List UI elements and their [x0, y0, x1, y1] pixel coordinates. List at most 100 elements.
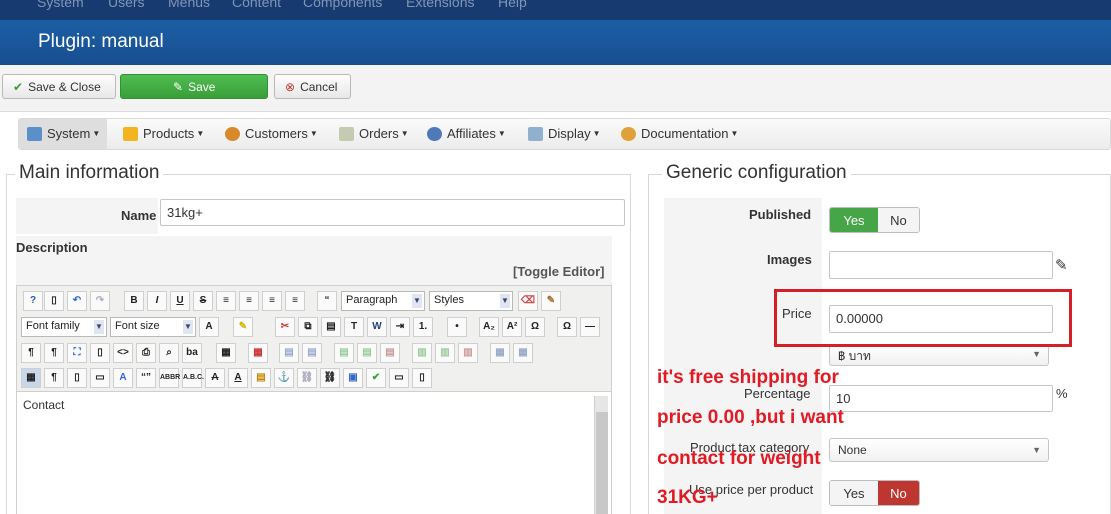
delete-col-icon[interactable]: ▥ [458, 343, 478, 363]
bold-icon[interactable]: B [124, 291, 144, 311]
insert-text-icon[interactable]: A [228, 368, 248, 388]
new-document-icon[interactable]: ▯ [44, 291, 64, 311]
editor-content-area[interactable]: Contact [17, 391, 611, 514]
visual-aid-icon[interactable]: ▦ [21, 368, 41, 388]
align-right-icon[interactable]: ≡ [285, 291, 305, 311]
menu-system[interactable]: System [37, 0, 84, 10]
horizontal-rule-icon[interactable]: — [580, 317, 600, 337]
images-input[interactable] [829, 251, 1053, 279]
strikethrough-icon[interactable]: S [193, 291, 213, 311]
abbr-icon[interactable]: ABBR [159, 368, 180, 388]
styles-icon[interactable]: A [113, 368, 133, 388]
table-icon[interactable]: ▦ [216, 343, 236, 363]
cleanup-brush-icon[interactable]: ✎ [541, 291, 561, 311]
save-button[interactable]: ✎ Save [120, 74, 268, 99]
delete-text-icon[interactable]: A [205, 368, 225, 388]
print-icon[interactable]: ⎙ [136, 343, 156, 363]
align-left-icon[interactable]: ≡ [262, 291, 282, 311]
align-justify-icon[interactable]: ≡ [216, 291, 236, 311]
save-close-button[interactable]: ✔ Save & Close [2, 74, 116, 99]
nav-item-products[interactable]: Products ▼ [123, 126, 204, 141]
scrollbar-thumb[interactable] [596, 412, 608, 514]
font-size-select[interactable]: Font size ▼ [110, 317, 196, 337]
copy-icon[interactable]: ⧉ [298, 317, 318, 337]
nav-item-documentation[interactable]: Documentation ▼ [621, 126, 738, 141]
show-blocks-icon[interactable]: ¶ [44, 368, 64, 388]
acronym-icon[interactable]: A.B.C. [182, 368, 204, 388]
media-icon[interactable]: ▯ [412, 368, 432, 388]
replace-icon[interactable]: ba [182, 343, 202, 363]
text-color-icon[interactable]: A [199, 317, 219, 337]
cut-icon[interactable]: ✂ [275, 317, 295, 337]
nav-item-system[interactable]: System ▼ [27, 126, 100, 141]
format-select[interactable]: Paragraph ▼ [341, 291, 425, 311]
insert-row-before-icon[interactable]: ▤ [334, 343, 354, 363]
nav-item-customers[interactable]: Customers ▼ [225, 126, 318, 141]
merge-cells-icon[interactable]: ▦ [513, 343, 533, 363]
underline-icon[interactable]: U [170, 291, 190, 311]
currency-select[interactable]: ฿ บาท ▼ [829, 345, 1049, 366]
template-icon[interactable]: ▯ [90, 343, 110, 363]
numbered-list-icon[interactable]: 1. [413, 317, 433, 337]
insert-col-after-icon[interactable]: ▥ [435, 343, 455, 363]
tax-category-select[interactable]: None ▼ [829, 438, 1049, 462]
superscript-icon[interactable]: A² [502, 317, 522, 337]
eraser-icon[interactable]: ⌫ [518, 291, 538, 311]
name-input[interactable]: 31kg+ [160, 199, 625, 226]
ltr-icon[interactable]: ¶ [21, 343, 41, 363]
blockquote-icon[interactable]: “ [317, 291, 337, 311]
cancel-button[interactable]: ⊗ Cancel [274, 74, 351, 99]
insert-col-before-icon[interactable]: ▥ [412, 343, 432, 363]
help-icon[interactable]: ? [23, 291, 43, 311]
insert-image-icon[interactable]: ▣ [343, 368, 363, 388]
fullscreen-icon[interactable]: ⛶ [67, 343, 87, 363]
cell-props-icon[interactable]: ▤ [302, 343, 322, 363]
delete-table-icon[interactable]: ▦ [248, 343, 268, 363]
toggle-editor-link[interactable]: [Toggle Editor] [513, 264, 604, 279]
published-no[interactable]: No [877, 208, 919, 232]
use-price-yes[interactable]: Yes [830, 481, 878, 505]
nav-item-affiliates[interactable]: Affiliates ▼ [427, 126, 506, 141]
rtl-icon[interactable]: ¶ [44, 343, 64, 363]
unlink-icon[interactable]: ⛓ [297, 368, 317, 388]
indent-icon[interactable]: ⇥ [390, 317, 410, 337]
omega-icon[interactable]: Ω [557, 317, 577, 337]
layer-icon[interactable]: ▭ [90, 368, 110, 388]
nav-item-orders[interactable]: Orders ▼ [339, 126, 409, 141]
split-cells-icon[interactable]: ▦ [490, 343, 510, 363]
link-icon[interactable]: ⛓ [320, 368, 340, 388]
bullet-list-icon[interactable]: • [447, 317, 467, 337]
delete-row-icon[interactable]: ▤ [380, 343, 400, 363]
attributes-icon[interactable]: ▤ [251, 368, 271, 388]
menu-menus[interactable]: Menus [168, 0, 210, 10]
page-break-icon[interactable]: ▭ [389, 368, 409, 388]
published-toggle[interactable]: Yes No [829, 207, 920, 233]
paste-icon[interactable]: ▤ [321, 317, 341, 337]
cite-icon[interactable]: “” [136, 368, 156, 388]
editor-scrollbar[interactable] [594, 396, 608, 514]
insert-row-after-icon[interactable]: ▤ [357, 343, 377, 363]
font-family-select[interactable]: Font family ▼ [21, 317, 107, 337]
highlight-color-icon[interactable]: ✎ [233, 317, 253, 337]
menu-extensions[interactable]: Extensions [406, 0, 474, 10]
menu-users[interactable]: Users [108, 0, 145, 10]
menu-components[interactable]: Components [303, 0, 382, 10]
find-icon[interactable]: ⌕ [159, 343, 179, 363]
undo-icon[interactable]: ↶ [67, 291, 87, 311]
menu-content[interactable]: Content [232, 0, 281, 10]
row-props-icon[interactable]: ▤ [279, 343, 299, 363]
italic-icon[interactable]: I [147, 291, 167, 311]
source-code-icon[interactable]: <> [113, 343, 133, 363]
redo-icon[interactable]: ↷ [90, 291, 110, 311]
use-price-no[interactable]: No [877, 481, 919, 505]
align-center-icon[interactable]: ≡ [239, 291, 259, 311]
use-price-toggle[interactable]: Yes No [829, 480, 920, 506]
menu-help[interactable]: Help [498, 0, 527, 10]
pencil-icon[interactable]: ✎ [1055, 256, 1068, 274]
styles-select[interactable]: Styles ▼ [429, 291, 513, 311]
special-char-icon[interactable]: Ω [525, 317, 545, 337]
paste-word-icon[interactable]: W [367, 317, 387, 337]
spellcheck-icon[interactable]: ✔ [366, 368, 386, 388]
percentage-input[interactable]: 10 [829, 385, 1053, 412]
image-icon[interactable]: ▯ [67, 368, 87, 388]
